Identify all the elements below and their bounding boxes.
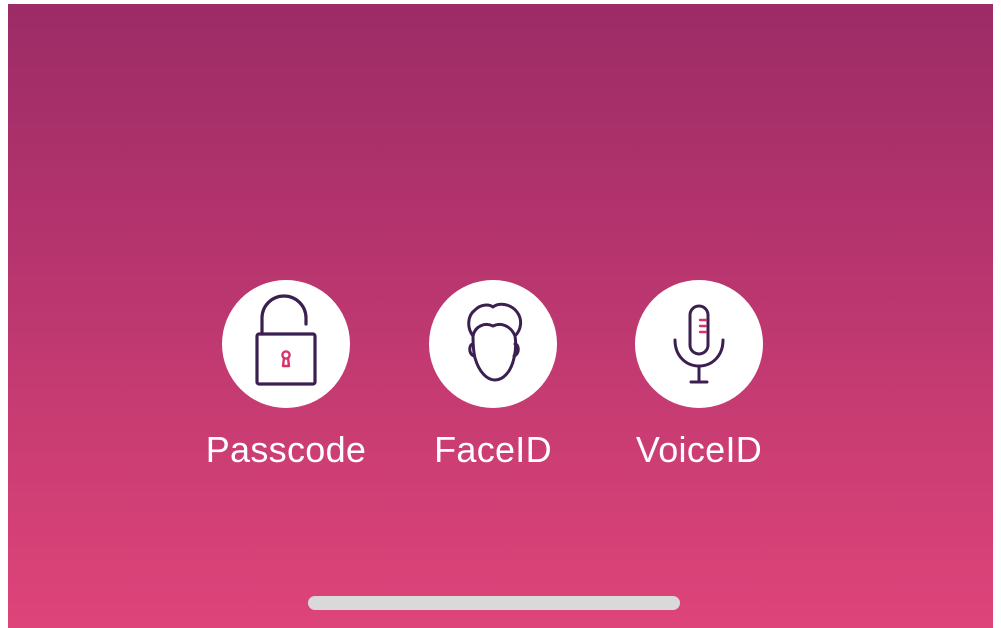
passcode-button[interactable] [222, 280, 350, 408]
auth-screen: Passcode FaceID VoiceID [8, 4, 993, 628]
home-indicator[interactable] [308, 596, 680, 610]
auth-options: Passcode FaceID VoiceID [8, 4, 993, 628]
faceid-button[interactable] [429, 280, 557, 408]
faceid-option[interactable]: FaceID [403, 280, 583, 480]
open-padlock-icon [255, 294, 317, 386]
passcode-label: Passcode [205, 429, 367, 470]
voiceid-option[interactable]: VoiceID [609, 280, 789, 480]
face-icon [467, 302, 523, 382]
voiceid-button[interactable] [635, 280, 763, 408]
faceid-label: FaceID [434, 429, 552, 470]
passcode-option[interactable]: Passcode [196, 280, 376, 480]
microphone-icon [673, 304, 725, 384]
voiceid-label: VoiceID [635, 429, 763, 470]
